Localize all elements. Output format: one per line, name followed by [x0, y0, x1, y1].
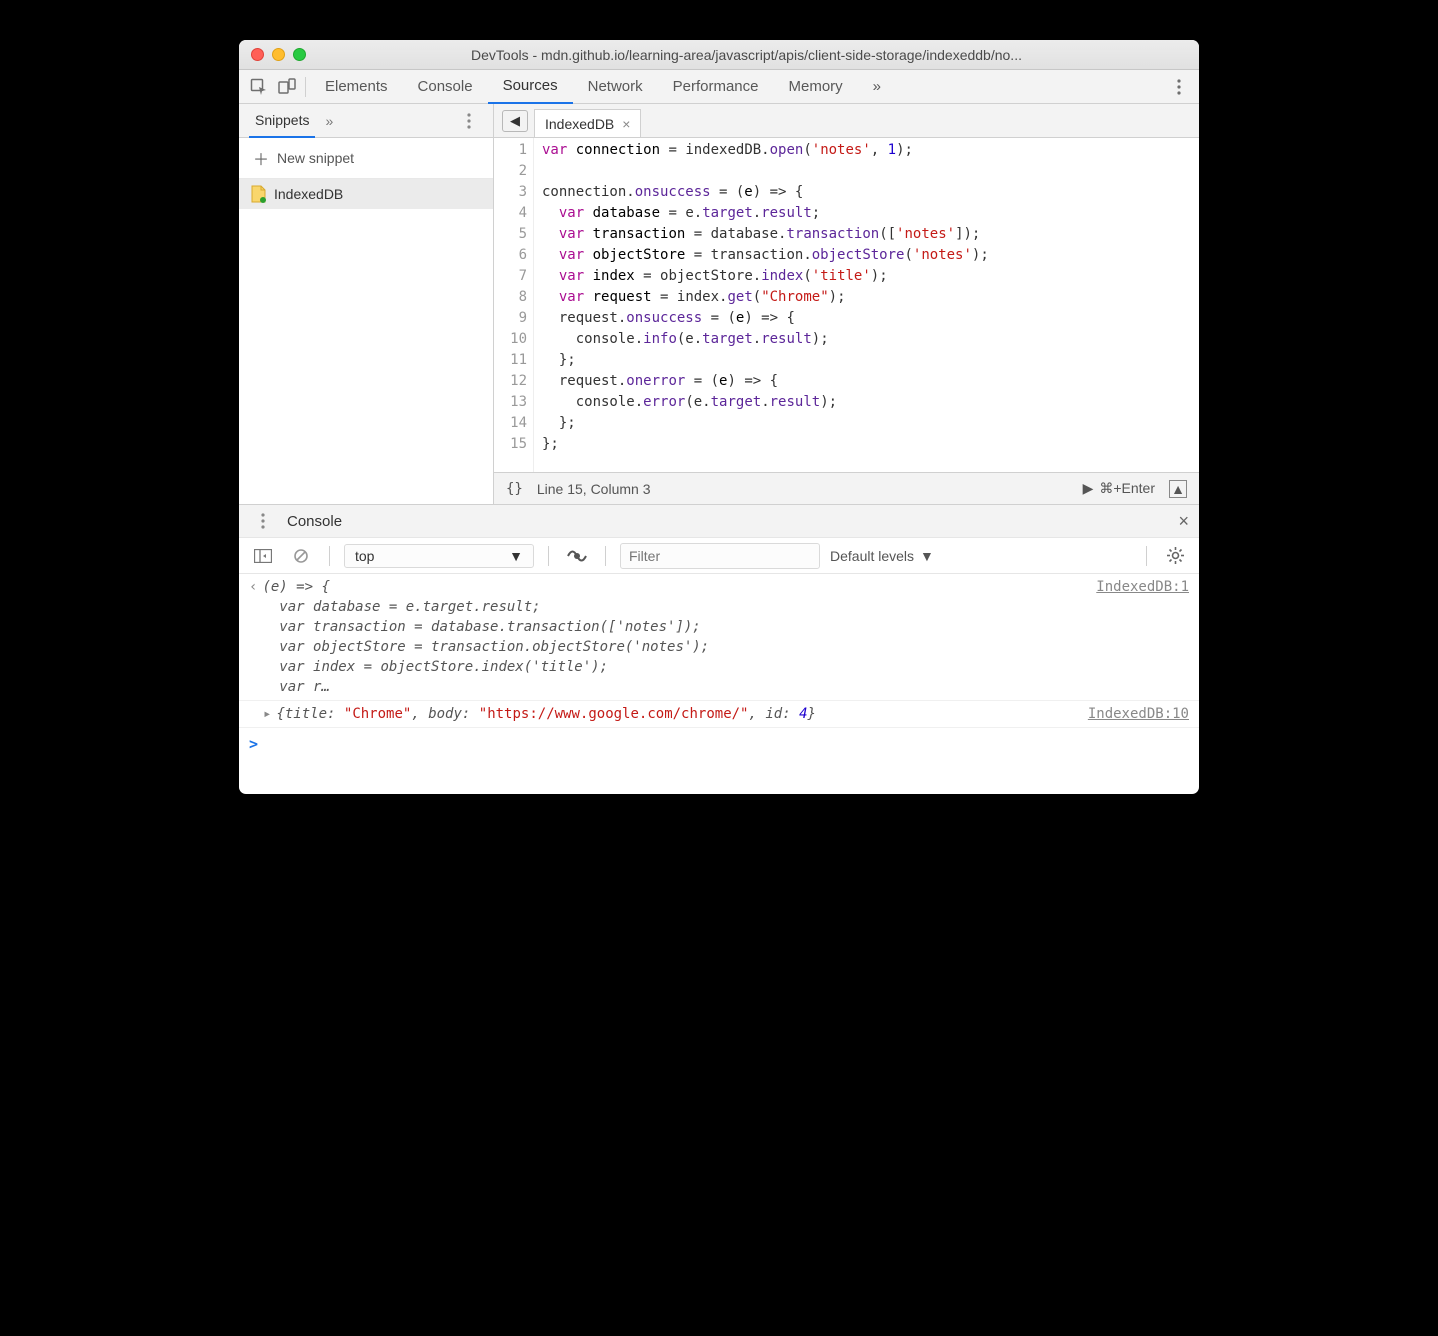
new-snippet-button[interactable]: ＋ New snippet	[239, 138, 493, 179]
separator	[1146, 546, 1147, 566]
tab-sources[interactable]: Sources	[488, 70, 573, 104]
file-navigator-toggle[interactable]: ◀	[502, 110, 528, 132]
tab-console[interactable]: Console	[403, 70, 488, 104]
log-source-link[interactable]: IndexedDB:1	[1096, 577, 1189, 697]
console-toolbar: top ▼ Default levels ▼	[239, 538, 1199, 574]
drawer-menu-icon[interactable]	[249, 508, 277, 534]
log-message: (e) => { var database = e.target.result;…	[262, 577, 1096, 697]
log-levels-selector[interactable]: Default levels ▼	[830, 548, 934, 564]
sources-panel: Snippets » ＋ New snippet IndexedDB ◀	[239, 104, 1199, 504]
maximize-window-button[interactable]	[293, 48, 306, 61]
console-settings-icon[interactable]	[1161, 543, 1189, 569]
editor-tab-row: ◀ IndexedDB ×	[494, 104, 1199, 138]
line-gutter: 123456789101112131415	[494, 138, 534, 472]
snippet-name: IndexedDB	[274, 186, 343, 202]
editor-tab[interactable]: IndexedDB ×	[534, 109, 641, 137]
tab-network[interactable]: Network	[573, 70, 658, 104]
settings-menu-icon[interactable]	[1165, 74, 1193, 100]
tab-elements[interactable]: Elements	[310, 70, 403, 104]
main-tabs: Elements Console Sources Network Perform…	[239, 70, 1199, 104]
script-file-icon	[251, 185, 266, 203]
drawer-tab-console[interactable]: Console	[287, 513, 342, 530]
toggle-console-sidebar-icon[interactable]	[249, 543, 277, 569]
separator	[329, 546, 330, 566]
tab-performance[interactable]: Performance	[658, 70, 774, 104]
window-title: DevTools - mdn.github.io/learning-area/j…	[306, 47, 1187, 63]
plus-icon: ＋	[253, 146, 269, 170]
console-filter-input[interactable]	[620, 543, 820, 569]
new-snippet-label: New snippet	[277, 150, 354, 166]
pretty-print-icon[interactable]: {}	[506, 481, 523, 497]
run-shortcut: ⌘+Enter	[1099, 480, 1155, 497]
editor-tab-label: IndexedDB	[545, 116, 614, 132]
levels-label: Default levels	[830, 548, 914, 564]
run-snippet-button[interactable]: ▶ ⌘+Enter	[1083, 480, 1155, 497]
editor-pane: ◀ IndexedDB × 123456789101112131415 var …	[494, 104, 1199, 504]
cursor-position: Line 15, Column 3	[537, 481, 651, 497]
minimize-window-button[interactable]	[272, 48, 285, 61]
context-selector[interactable]: top ▼	[344, 544, 534, 568]
code-content[interactable]: var connection = indexedDB.open('notes',…	[534, 138, 1199, 472]
navigator-tabs: Snippets »	[239, 104, 493, 138]
drawer-header: Console ×	[239, 504, 1199, 538]
snippet-item[interactable]: IndexedDB	[239, 179, 493, 209]
navigator-overflow[interactable]: »	[325, 113, 333, 129]
code-editor[interactable]: 123456789101112131415 var connection = i…	[494, 138, 1199, 472]
live-expression-icon[interactable]	[563, 543, 591, 569]
separator	[548, 546, 549, 566]
devtools-window: DevTools - mdn.github.io/learning-area/j…	[239, 40, 1199, 794]
close-window-button[interactable]	[251, 48, 264, 61]
device-toolbar-icon[interactable]	[273, 74, 301, 100]
inspect-element-icon[interactable]	[245, 74, 273, 100]
prompt-chevron-icon: >	[249, 735, 258, 753]
close-drawer-icon[interactable]: ×	[1178, 511, 1189, 532]
traffic-lights	[251, 48, 306, 61]
separator	[305, 77, 306, 97]
tabs-overflow[interactable]: »	[858, 70, 896, 104]
tab-snippets[interactable]: Snippets	[249, 104, 315, 138]
expand-arrow-icon[interactable]: ▸	[263, 704, 271, 724]
titlebar: DevTools - mdn.github.io/learning-area/j…	[239, 40, 1199, 70]
play-icon: ▶	[1083, 480, 1094, 497]
navigator-menu-icon[interactable]	[455, 108, 483, 134]
collapse-bottom-icon[interactable]: ▲	[1169, 480, 1187, 498]
separator	[605, 546, 606, 566]
console-log-row[interactable]: ‹ (e) => { var database = e.target.resul…	[239, 574, 1199, 701]
log-source-link[interactable]: IndexedDB:10	[1088, 704, 1189, 724]
clear-console-icon[interactable]	[287, 543, 315, 569]
console-log-row[interactable]: ▸ {title: "Chrome", body: "https://www.g…	[239, 701, 1199, 728]
tab-memory[interactable]: Memory	[774, 70, 858, 104]
collapse-arrow-icon[interactable]: ‹	[249, 577, 257, 697]
close-tab-icon[interactable]: ×	[622, 116, 630, 132]
editor-statusbar: {} Line 15, Column 3 ▶ ⌘+Enter ▲	[494, 472, 1199, 504]
console-prompt[interactable]: >	[239, 728, 1199, 794]
navigator-pane: Snippets » ＋ New snippet IndexedDB	[239, 104, 494, 504]
chevron-down-icon: ▼	[920, 548, 934, 564]
log-object: {title: "Chrome", body: "https://www.goo…	[276, 704, 1087, 724]
context-label: top	[355, 548, 374, 564]
chevron-down-icon: ▼	[509, 548, 523, 564]
console-output: ‹ (e) => { var database = e.target.resul…	[239, 574, 1199, 794]
